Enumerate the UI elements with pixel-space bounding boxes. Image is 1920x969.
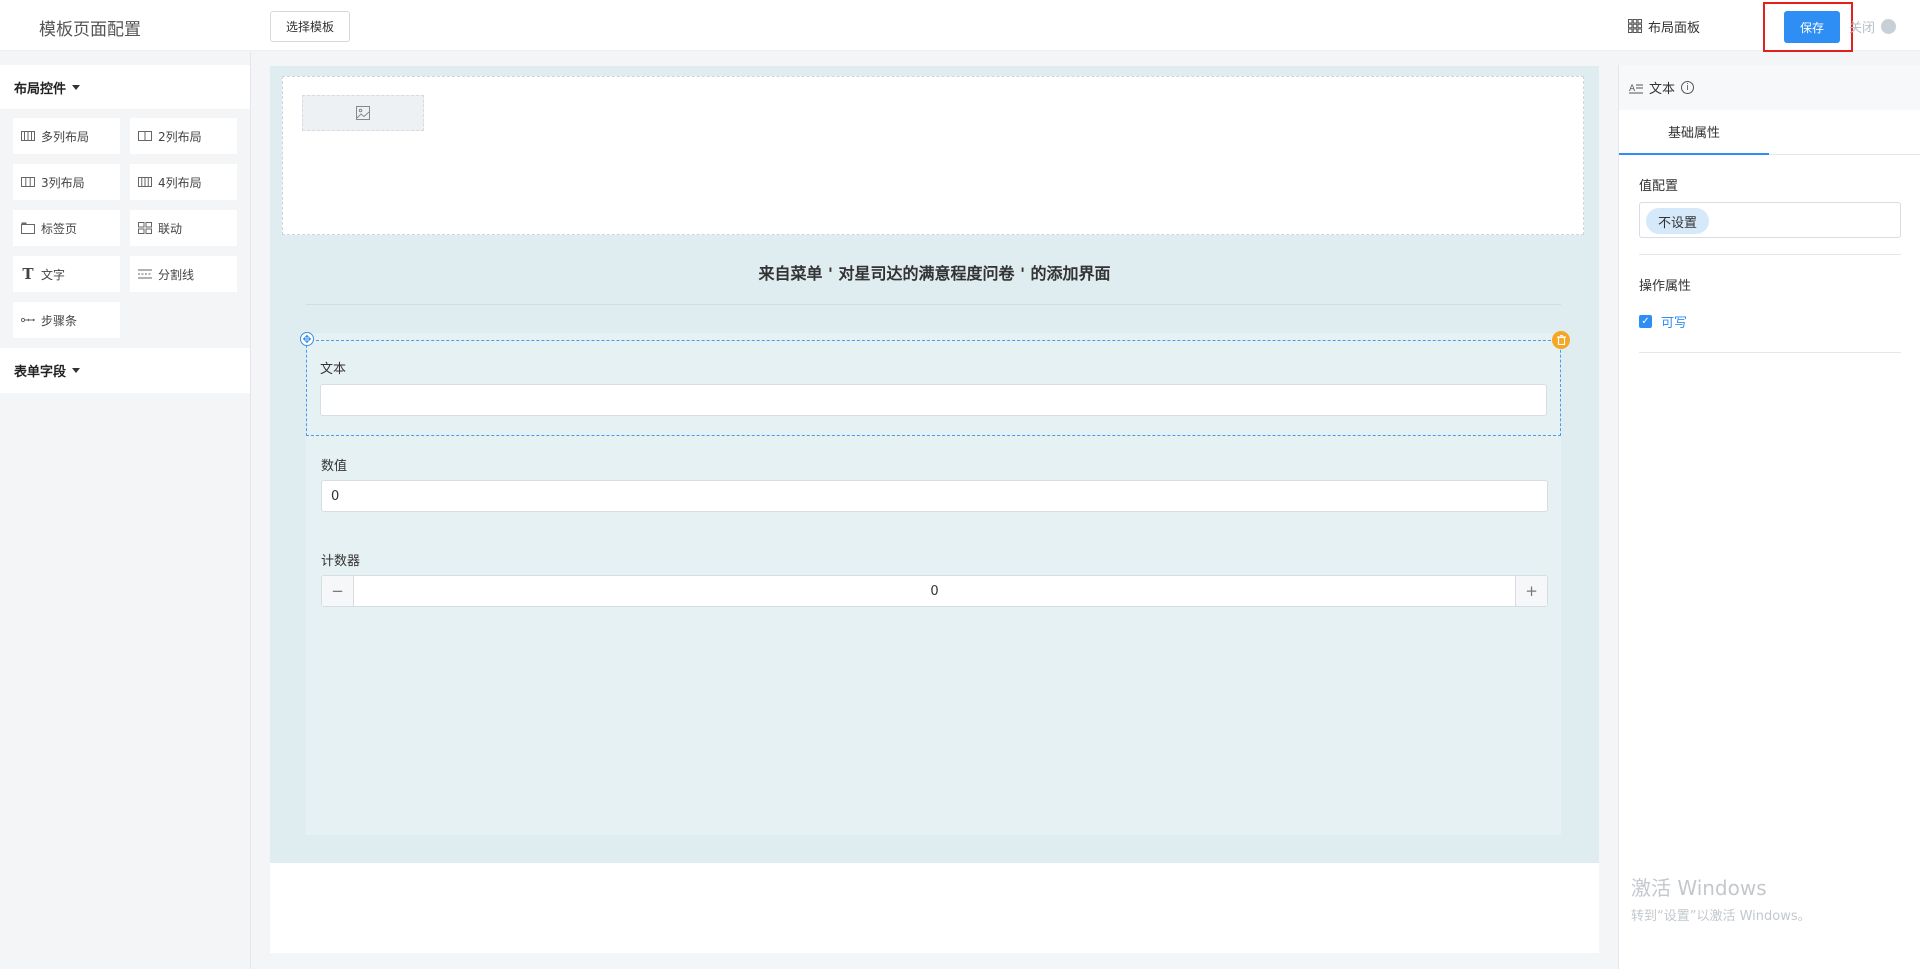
widget-grid: 多列布局 2列布局 3列布局 4列布局 标签页 联动 T 文字 分割线 步骤条: [0, 110, 250, 344]
layout-controls-header[interactable]: 布局控件: [0, 65, 250, 110]
value-config-select[interactable]: 不设置: [1639, 202, 1901, 238]
widget-multi-column[interactable]: 多列布局: [13, 118, 120, 154]
counter-field-label: 计数器: [321, 554, 361, 569]
property-tabs: 基础属性: [1619, 110, 1920, 155]
watermark-subtitle: 转到“设置”以激活 Windows。: [1631, 909, 1811, 924]
canvas-footer: [270, 863, 1599, 953]
widget-label: 联动: [158, 221, 183, 236]
widget-three-column[interactable]: 3列布局: [13, 164, 120, 200]
widget-label: 文字: [41, 267, 66, 282]
two-columns-icon: [138, 131, 152, 141]
left-panel-divider: [250, 52, 251, 969]
counter-value[interactable]: 0: [354, 576, 1515, 606]
widget-label: 步骤条: [41, 313, 78, 328]
design-canvas[interactable]: 来自菜单 ' 对星司达的满意程度问卷 ' 的添加界面 文本 ✥ 数值 0 计数器…: [270, 66, 1599, 863]
widget-two-column[interactable]: 2列布局: [130, 118, 237, 154]
close-button[interactable]: 关闭: [1849, 17, 1897, 36]
image-block[interactable]: [282, 76, 1584, 235]
save-button[interactable]: 保存: [1784, 11, 1840, 43]
widget-steps[interactable]: 步骤条: [13, 302, 120, 338]
writable-checkbox-row[interactable]: ✓ 可写: [1639, 312, 1687, 331]
widget-label: 3列布局: [41, 175, 85, 190]
widget-divider[interactable]: 分割线: [130, 256, 237, 292]
text-field-label: 文本: [320, 362, 347, 377]
number-field-label: 数值: [321, 459, 348, 474]
layout-controls-title: 布局控件: [14, 81, 67, 97]
section-divider: [1639, 352, 1901, 353]
widget-label: 多列布局: [41, 129, 90, 144]
move-icon[interactable]: ✥: [300, 332, 314, 346]
widget-label: 标签页: [41, 221, 78, 236]
value-config-title: 值配置: [1639, 179, 1679, 194]
decrement-button[interactable]: −: [322, 576, 354, 606]
section-divider: [1639, 254, 1901, 255]
widget-linkage[interactable]: 联动: [130, 210, 237, 246]
number-field-input[interactable]: 0: [321, 480, 1548, 512]
three-columns-icon: [21, 177, 35, 187]
form-fields-title: 表单字段: [14, 365, 67, 380]
text-icon: T: [22, 265, 34, 283]
text-field-container[interactable]: 文本: [306, 340, 1561, 436]
widget-four-column[interactable]: 4列布局: [130, 164, 237, 200]
tab-basic-properties[interactable]: 基础属性: [1619, 110, 1769, 155]
component-name: 文本: [1649, 82, 1676, 97]
writable-label: 可写: [1661, 316, 1688, 331]
close-circle-icon: [1881, 19, 1897, 34]
operation-properties-title: 操作属性: [1639, 279, 1692, 294]
watermark-title: 激活 Windows: [1631, 876, 1767, 900]
top-header: 模板页面配置 选择模板 布局面板 保存 关闭: [0, 0, 1920, 52]
value-config-tag[interactable]: 不设置: [1646, 208, 1710, 234]
image-placeholder[interactable]: [302, 95, 424, 131]
component-header: A 文本 i: [1619, 65, 1920, 110]
form-title: 来自菜单 ' 对星司达的满意程度问卷 ' 的添加界面: [758, 264, 1111, 283]
widget-label: 2列布局: [158, 129, 202, 144]
select-template-button[interactable]: 选择模板: [270, 11, 350, 42]
widget-label: 分割线: [158, 267, 195, 282]
tab-icon: [21, 222, 35, 234]
left-panel: 布局控件 多列布局 2列布局 3列布局 4列布局 标签页 联动 T 文字 分割线…: [0, 65, 250, 969]
four-columns-icon: [138, 177, 152, 187]
widget-label: 4列布局: [158, 175, 202, 190]
layout-panel-button[interactable]: 布局面板: [1628, 16, 1700, 36]
page-title: 模板页面配置: [39, 20, 141, 40]
caret-down-icon: [72, 84, 81, 90]
divider-icon: [138, 269, 152, 279]
widget-text[interactable]: T 文字: [13, 256, 120, 292]
checkbox-checked-icon[interactable]: ✓: [1639, 315, 1652, 328]
form-fields-header[interactable]: 表单字段: [0, 348, 250, 393]
title-divider: [306, 304, 1561, 305]
text-format-icon: A: [1629, 84, 1643, 94]
counter-stepper: − 0 +: [321, 575, 1548, 607]
close-label: 关闭: [1849, 21, 1876, 36]
properties-panel: A 文本 i 基础属性 值配置 不设置 操作属性 ✓ 可写: [1618, 65, 1920, 969]
grid-icon: [138, 222, 152, 234]
grid-icon: [1628, 19, 1642, 33]
increment-button[interactable]: +: [1515, 576, 1547, 606]
steps-icon: [21, 317, 35, 323]
info-icon[interactable]: i: [1681, 81, 1695, 94]
windows-activation-watermark: 激活 Windows 转到“设置”以激活 Windows。: [1631, 872, 1811, 924]
caret-down-icon: [72, 368, 81, 373]
text-field-input[interactable]: [320, 384, 1547, 416]
image-icon: [356, 106, 370, 120]
layout-panel-label: 布局面板: [1648, 20, 1701, 36]
delete-icon[interactable]: [1552, 331, 1570, 349]
columns-icon: [21, 131, 35, 141]
widget-tabs[interactable]: 标签页: [13, 210, 120, 246]
